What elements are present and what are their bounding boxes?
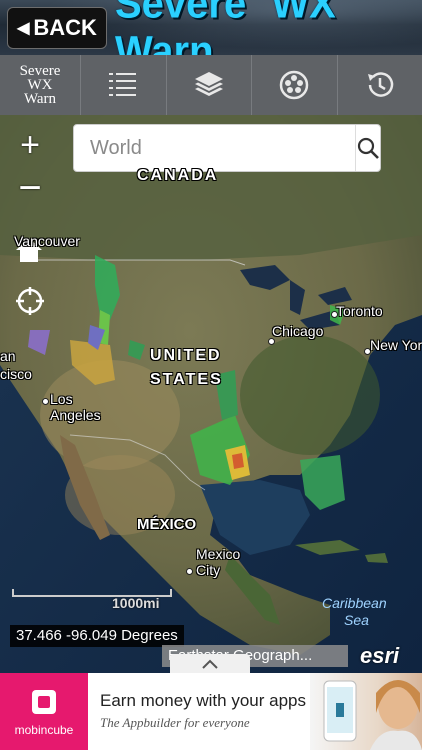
ad-brand-name: mobincube — [14, 722, 74, 737]
map-toolbar: Severe WX Warn — [0, 55, 422, 115]
ad-headline: Earn money with your apps — [100, 691, 306, 710]
map-label-new-york: New York — [370, 337, 422, 353]
map-label-san-francisco: an cisco — [0, 348, 32, 382]
ad-photo — [323, 680, 422, 750]
list-icon — [109, 73, 137, 96]
app-title: Severe WX Warn — [115, 0, 336, 55]
animation-button[interactable] — [251, 55, 337, 115]
layers-button[interactable] — [165, 55, 252, 115]
layers-icon — [194, 72, 223, 96]
logo-line: Warn — [23, 91, 57, 107]
map-view[interactable]: + − CANADA Vancouver Toronto Chicago New… — [0, 115, 422, 673]
ad-text: Earn money with your apps The Appbuilder… — [88, 673, 310, 750]
map-label-los: Los — [50, 391, 73, 407]
map-label-toronto: Toronto — [336, 303, 383, 319]
history-button[interactable] — [336, 55, 422, 115]
search-input[interactable] — [74, 125, 355, 171]
chevron-up-icon — [202, 659, 218, 669]
map-label-caribbean: Caribbean — [322, 595, 387, 611]
logo-line: Severe — [19, 63, 61, 79]
back-arrow-icon: ◀ — [17, 20, 30, 37]
ad-image — [310, 673, 422, 750]
history-icon — [367, 72, 393, 97]
map-label-states: STATES — [150, 371, 223, 388]
ad-subline: The Appbuilder for everyone — [100, 715, 250, 730]
map-label-angeles: Angeles — [50, 407, 101, 423]
map-label-mexico-city-1: Mexico — [196, 546, 241, 562]
mobincube-icon — [32, 689, 56, 714]
ad-banner[interactable]: mobincube Earn money with your apps The … — [0, 673, 422, 750]
map-label-vancouver: Vancouver — [14, 233, 80, 249]
esri-logo: esri — [360, 643, 400, 668]
map-label-canada: CANADA — [137, 167, 219, 184]
logo-line: WX — [27, 77, 53, 93]
back-button[interactable]: ◀ BACK — [7, 7, 107, 49]
city-dot — [186, 568, 193, 575]
app-logo: Severe WX Warn — [0, 55, 80, 115]
scale-label: 1000mi — [112, 595, 160, 611]
search-button[interactable] — [355, 125, 380, 171]
zoom-in-button[interactable]: + — [12, 126, 48, 164]
search-box — [73, 124, 381, 172]
filmstrip-icon — [280, 70, 309, 100]
zoom-out-button[interactable]: − — [12, 166, 48, 210]
city-dot — [42, 398, 49, 405]
locate-icon[interactable] — [14, 285, 46, 317]
panel-pull-tab[interactable] — [170, 654, 250, 673]
map-label-mexico-city-2: City — [196, 562, 221, 578]
city-dot — [268, 338, 275, 345]
app-header: ◀ BACK Severe WX Warn — [0, 0, 422, 55]
coordinate-readout: 37.466 -96.049 Degrees — [10, 625, 184, 647]
list-button[interactable] — [80, 55, 166, 115]
back-label: BACK — [33, 15, 97, 40]
map-label-united: UNITED — [150, 347, 222, 364]
map-label-sea: Sea — [344, 612, 369, 628]
search-icon — [357, 137, 379, 159]
map-label-chicago: Chicago — [272, 323, 324, 339]
ad-brand-block: mobincube — [0, 673, 88, 750]
map-label-mexico: MÉXICO — [137, 516, 197, 533]
